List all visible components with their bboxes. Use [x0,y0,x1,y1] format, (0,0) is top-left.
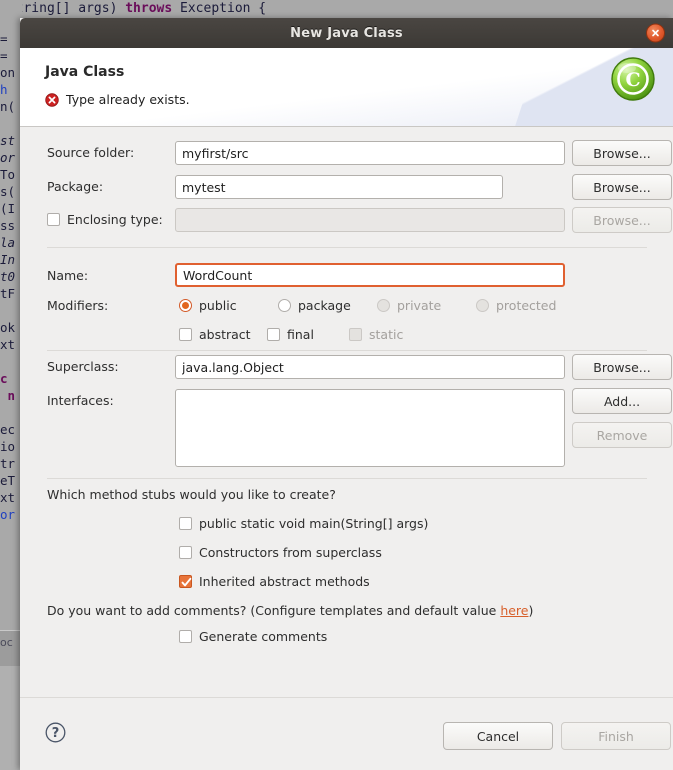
stub-label: Constructors from superclass [199,545,382,560]
source-folder-browse-button[interactable]: Browse... [572,140,672,166]
checkbox-box [349,328,362,341]
section-divider-3 [47,478,647,479]
dialog-footer: ? Cancel Finish [20,697,673,770]
stub-label: Inherited abstract methods [199,574,370,589]
error-icon [45,92,59,107]
stub-checkbox-inherited-methods[interactable]: Inherited abstract methods [179,574,370,589]
modifiers-label: Modifiers: [47,298,109,313]
checkbox-box [179,630,192,643]
source-folder-input[interactable] [175,141,565,165]
interfaces-listbox[interactable] [175,389,565,467]
modifier-label: private [397,298,442,313]
package-label: Package: [47,179,104,194]
header-message: Type already exists. [66,92,190,107]
modifier-radio-package[interactable]: package [278,298,351,313]
checkbox-box [47,213,60,226]
stub-checkbox-constructors[interactable]: Constructors from superclass [179,545,382,560]
header-message-row: Type already exists. [45,92,190,107]
configure-templates-link[interactable]: here [500,603,528,618]
modifier-label: package [298,298,351,313]
package-browse-button[interactable]: Browse... [572,174,672,200]
finish-button[interactable]: Finish [561,722,671,750]
comments-question-suffix: ) [528,603,534,618]
name-input[interactable] [175,263,565,287]
modifier-label: abstract [199,327,251,342]
interfaces-label: Interfaces: [47,393,114,408]
comments-question-prefix: Do you want to add comments? (Configure … [47,603,501,618]
modifier-label: final [287,327,314,342]
section-divider-2 [47,350,647,351]
dialog-header: Java Class Type already exists. C [20,48,673,127]
modifier-label: public [199,298,237,313]
stub-checkbox-main-method[interactable]: public static void main(String[] args) [179,516,428,531]
superclass-browse-button[interactable]: Browse... [572,354,672,380]
superclass-label: Superclass: [47,359,119,374]
enclosing-type-checkbox[interactable]: Enclosing type: [47,212,163,227]
modifier-checkbox-abstract[interactable]: abstract [179,327,251,342]
checkbox-box [267,328,280,341]
package-input[interactable] [175,175,503,199]
modifier-checkbox-final[interactable]: final [267,327,314,342]
enclosing-type-browse-button[interactable]: Browse... [572,207,672,233]
modifier-radio-protected: protected [476,298,556,313]
checkbox-box [179,328,192,341]
new-java-class-dialog: New Java Class Java Class Type already e… [20,18,673,770]
java-class-icon: C [610,56,656,102]
checkbox-box [179,546,192,559]
help-icon[interactable]: ? [45,722,66,743]
source-folder-label: Source folder: [47,145,135,160]
generate-comments-label: Generate comments [199,629,328,644]
dialog-titlebar: New Java Class [20,18,673,48]
dialog-title: New Java Class [290,25,403,41]
close-icon[interactable] [646,23,665,43]
modifier-radio-private: private [377,298,441,313]
header-title: Java Class [45,64,125,80]
dialog-body: Source folder: Browse... Package: Browse… [20,127,673,697]
method-stubs-question: Which method stubs would you like to cre… [47,487,336,502]
enclosing-type-label: Enclosing type: [67,212,163,227]
radio-circle [476,299,489,312]
stub-label: public static void main(String[] args) [199,516,429,531]
radio-circle [179,299,192,312]
modifier-label: protected [496,298,557,313]
interfaces-add-button[interactable]: Add... [572,388,672,414]
checkbox-box [179,517,192,530]
radio-circle [278,299,291,312]
enclosing-type-input[interactable] [175,208,565,232]
svg-text:?: ? [52,726,60,741]
section-divider-1 [47,247,647,248]
radio-circle [377,299,390,312]
screen: (String[] args) throws Exception { = = on h… [0,0,673,770]
background-code-line: (String[] args) throws Exception { [0,0,673,18]
cancel-button[interactable]: Cancel [443,722,553,750]
comments-question: Do you want to add comments? (Configure … [47,603,533,618]
background-code-strip: = = on h n(st or To s((I ss la In t0 tF ok xt c n ec io tr… [0,0,22,630]
modifier-label: static [369,327,404,342]
interfaces-remove-button[interactable]: Remove [572,422,672,448]
modifier-checkbox-static: static [349,327,403,342]
superclass-input[interactable] [175,355,565,379]
generate-comments-checkbox[interactable]: Generate comments [179,629,327,644]
name-label: Name: [47,268,89,283]
checkbox-box [179,575,192,588]
modifier-radio-public[interactable]: public [179,298,237,313]
